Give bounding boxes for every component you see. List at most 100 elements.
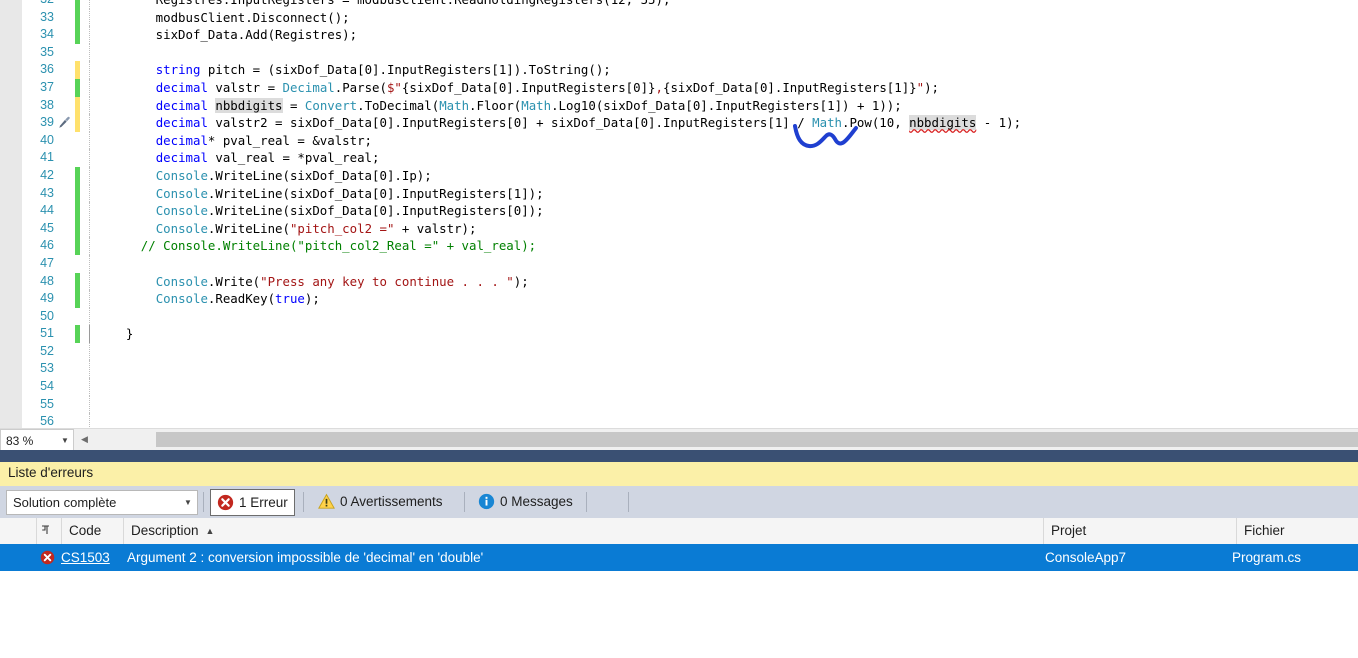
code-line[interactable]: 39 decimal valstr2 = sixDof_Data[0].Inpu…	[0, 114, 1358, 132]
code-line[interactable]: 33 modbusClient.Disconnect();	[0, 8, 1358, 27]
indent-guide	[89, 96, 90, 115]
horizontal-scrollbar-track[interactable]	[93, 430, 1358, 449]
toolbar-separator	[203, 492, 204, 512]
error-code-link[interactable]: CS1503	[61, 550, 110, 565]
code-line[interactable]: 36 string pitch = (sixDof_Data[0].InputR…	[0, 61, 1358, 79]
code-text: sixDof_Data.Add(Registres);	[96, 27, 358, 43]
code-text: string pitch = (sixDof_Data[0].InputRegi…	[155, 62, 611, 78]
indent-guide	[89, 202, 90, 220]
line-number: 44	[40, 203, 54, 218]
code-line[interactable]: 44 Console.WriteLine(sixDof_Data[0].Inpu…	[0, 202, 1358, 220]
warning-icon	[318, 493, 335, 509]
code-line[interactable]: 40 decimal* pval_real = &valstr;	[0, 131, 1358, 150]
code-line[interactable]: 46 // Console.WriteLine("pitch_col2_Real…	[0, 237, 1358, 255]
code-line[interactable]: 48 Console.Write("Press any key to conti…	[0, 272, 1358, 291]
indent-guide	[89, 219, 90, 238]
code-line[interactable]: 41 decimal val_real = *pval_real;	[0, 149, 1358, 167]
column-header-code[interactable]: Code	[61, 518, 123, 544]
hscroll-left-arrow-icon[interactable]: ◀	[76, 430, 93, 449]
error-list-empty-area	[0, 571, 1358, 658]
change-indicator-green	[75, 290, 80, 308]
column-header-projet[interactable]: Projet	[1043, 518, 1236, 544]
indent-guide	[89, 272, 90, 291]
change-indicator-green	[75, 184, 80, 203]
line-number: 52	[40, 343, 54, 358]
scope-selector-combobox[interactable]: Solution complète ▼	[6, 490, 198, 515]
zoom-level-combobox[interactable]: 83 % ▼	[0, 429, 74, 452]
line-number: 46	[40, 238, 54, 253]
code-text: Console.WriteLine(sixDof_Data[0].InputRe…	[155, 185, 544, 201]
chevron-down-icon: ▼	[61, 436, 69, 445]
indent-guide	[89, 360, 90, 379]
error-list-column-headers: Code Description ▲ Projet Fichier	[0, 518, 1358, 545]
indent-guide	[89, 26, 90, 44]
indent-guide	[89, 0, 90, 9]
line-number: 38	[40, 97, 54, 112]
table-row[interactable]: CS1503 Argument 2 : conversion impossibl…	[0, 544, 1358, 571]
warnings-filter-button[interactable]: 0 Avertissements	[312, 489, 449, 514]
errors-filter-label: 1 Erreur	[239, 495, 288, 510]
error-list-title: Liste d'erreurs	[8, 465, 94, 480]
code-line[interactable]: 49 Console.ReadKey(true);	[0, 290, 1358, 308]
code-line[interactable]: 32 Registres.InputRegisters = modbusClie…	[0, 0, 1358, 9]
line-number: 48	[40, 273, 54, 288]
column-header-description-label: Description	[131, 523, 199, 538]
row-cell-code[interactable]: CS1503	[61, 544, 110, 571]
code-line[interactable]: 43 Console.WriteLine(sixDof_Data[0].Inpu…	[0, 184, 1358, 203]
change-indicator-green	[75, 0, 80, 9]
toolbar-separator	[303, 492, 304, 512]
code-line[interactable]: 47	[0, 254, 1358, 273]
code-line[interactable]: 52	[0, 342, 1358, 361]
errors-filter-button[interactable]: 1 Erreur	[210, 489, 295, 516]
code-line[interactable]: 51 }	[0, 325, 1358, 343]
code-text: Console.WriteLine("pitch_col2 =" + valst…	[155, 220, 477, 236]
line-number: 42	[40, 167, 54, 182]
line-number: 35	[40, 44, 54, 59]
code-line[interactable]: 53	[0, 360, 1358, 379]
column-header-fichier-label: Fichier	[1244, 523, 1285, 538]
change-indicator-yellow	[75, 114, 80, 132]
line-number: 41	[40, 150, 54, 165]
code-text: decimal valstr2 = sixDof_Data[0].InputRe…	[155, 115, 1022, 131]
code-text: }	[96, 326, 134, 342]
indent-guide	[89, 184, 90, 203]
panel-splitter[interactable]	[0, 450, 1358, 462]
code-line[interactable]: 35	[0, 43, 1358, 62]
code-line[interactable]: 42 Console.WriteLine(sixDof_Data[0].Ip);	[0, 166, 1358, 185]
column-header-fichier[interactable]: Fichier	[1236, 518, 1358, 544]
column-header-description[interactable]: Description ▲	[123, 518, 1043, 544]
indent-guide	[89, 254, 90, 273]
indent-guide	[89, 237, 90, 255]
messages-filter-button[interactable]: 0 Messages	[472, 489, 579, 514]
line-number: 49	[40, 291, 54, 306]
code-line[interactable]: 55	[0, 395, 1358, 414]
column-header-pin[interactable]	[36, 518, 61, 544]
indent-guide	[89, 342, 90, 361]
code-line[interactable]: 45 Console.WriteLine("pitch_col2 =" + va…	[0, 219, 1358, 238]
code-text: decimal val_real = *pval_real;	[155, 150, 380, 166]
code-line[interactable]: 50	[0, 307, 1358, 326]
indent-guide	[89, 131, 90, 150]
code-line[interactable]: 38 decimal nbbdigits = Convert.ToDecimal…	[0, 96, 1358, 115]
code-line[interactable]: 34 sixDof_Data.Add(Registres);	[0, 26, 1358, 44]
code-editor[interactable]: 32 Registres.InputRegisters = modbusClie…	[0, 0, 1358, 428]
line-number: 40	[40, 132, 54, 147]
line-number: 47	[40, 255, 54, 270]
screwdriver-icon[interactable]	[58, 116, 71, 129]
code-line[interactable]: 56	[0, 413, 1358, 428]
indent-guide	[89, 290, 90, 308]
column-header-projet-label: Projet	[1051, 523, 1087, 538]
pin-column-icon	[42, 525, 49, 534]
horizontal-scrollbar-thumb[interactable]	[156, 432, 1358, 447]
indent-guide	[89, 395, 90, 414]
change-indicator-green	[75, 78, 80, 97]
code-line[interactable]: 54	[0, 378, 1358, 396]
code-line[interactable]: 37 decimal valstr = Decimal.Parse($"{six…	[0, 78, 1358, 97]
line-number: 33	[40, 9, 54, 24]
line-number: 55	[40, 396, 54, 411]
code-lines-container[interactable]: 32 Registres.InputRegisters = modbusClie…	[0, 0, 1358, 428]
toolbar-separator	[628, 492, 629, 512]
indent-guide	[89, 114, 90, 132]
toolbar-separator	[586, 492, 587, 512]
indent-guide	[89, 43, 90, 62]
